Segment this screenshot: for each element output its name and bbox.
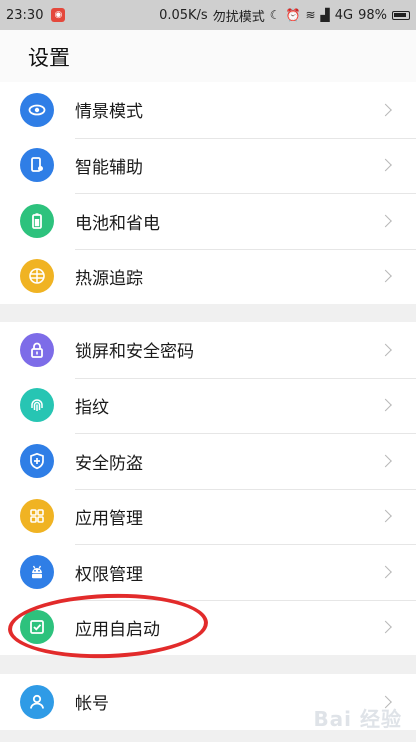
- settings-item-label: 智能辅助: [75, 158, 143, 179]
- page-title: 设置: [28, 46, 70, 70]
- settings-group-1: 情景模式 智能辅助 电池和省电 热源追踪: [0, 82, 416, 304]
- dnd-label: 勿扰模式: [212, 9, 265, 25]
- heat-icon: [20, 259, 54, 294]
- settings-item-heat-tracking[interactable]: 热源追踪: [0, 248, 416, 305]
- settings-item-label: 安全防盗: [75, 453, 143, 474]
- status-time: 23:30: [6, 7, 44, 23]
- network-type: 4G: [334, 7, 354, 23]
- network-speed: 0.05K/s: [159, 7, 208, 23]
- android-icon: [20, 554, 54, 589]
- settings-item-permissions[interactable]: 权限管理: [0, 544, 416, 600]
- settings-item-battery[interactable]: 电池和省电: [0, 193, 416, 249]
- apps-grid-icon: [20, 499, 54, 534]
- wifi-icon: ≋: [305, 8, 316, 22]
- shield-icon: [20, 443, 54, 478]
- account-icon: [20, 684, 54, 719]
- settings-item-label: 应用管理: [75, 509, 143, 530]
- signal-icon: ▟: [320, 8, 330, 22]
- eye-icon: [20, 92, 54, 127]
- moon-icon: ☾: [269, 8, 281, 22]
- battery-icon: [20, 203, 54, 238]
- status-bar: 23:30 ◉ 0.05K/s 勿扰模式 ☾ ⏰ ≋ ▟ 4G 98%: [0, 0, 416, 30]
- notification-app-icon: ◉: [51, 8, 66, 22]
- settings-item-smart-assist[interactable]: 智能辅助: [0, 137, 416, 194]
- settings-item-app-management[interactable]: 应用管理: [0, 488, 416, 545]
- settings-item-anti-theft[interactable]: 安全防盗: [0, 433, 416, 489]
- baidu-watermark: Bai 经验: [313, 707, 402, 731]
- settings-item-label: 锁屏和安全密码: [75, 342, 194, 363]
- settings-item-label: 帐号: [75, 694, 109, 715]
- battery-status-icon: [392, 10, 410, 20]
- settings-item-fingerprint[interactable]: 指纹: [0, 377, 416, 434]
- settings-item-label: 电池和省电: [75, 213, 160, 234]
- phone-hand-icon: [20, 148, 54, 183]
- settings-item-lockscreen[interactable]: 锁屏和安全密码: [0, 322, 416, 378]
- settings-item-label: 热源追踪: [75, 269, 143, 290]
- settings-item-label: 权限管理: [75, 564, 143, 585]
- settings-item-scene-mode[interactable]: 情景模式: [0, 82, 416, 138]
- lock-icon: [20, 332, 54, 367]
- title-bar: 设置: [0, 30, 416, 85]
- battery-percent: 98%: [358, 7, 387, 23]
- fingerprint-icon: [20, 388, 54, 423]
- settings-item-label: 指纹: [75, 398, 109, 419]
- alarm-icon: ⏰: [285, 8, 301, 22]
- settings-item-label: 情景模式: [75, 102, 143, 123]
